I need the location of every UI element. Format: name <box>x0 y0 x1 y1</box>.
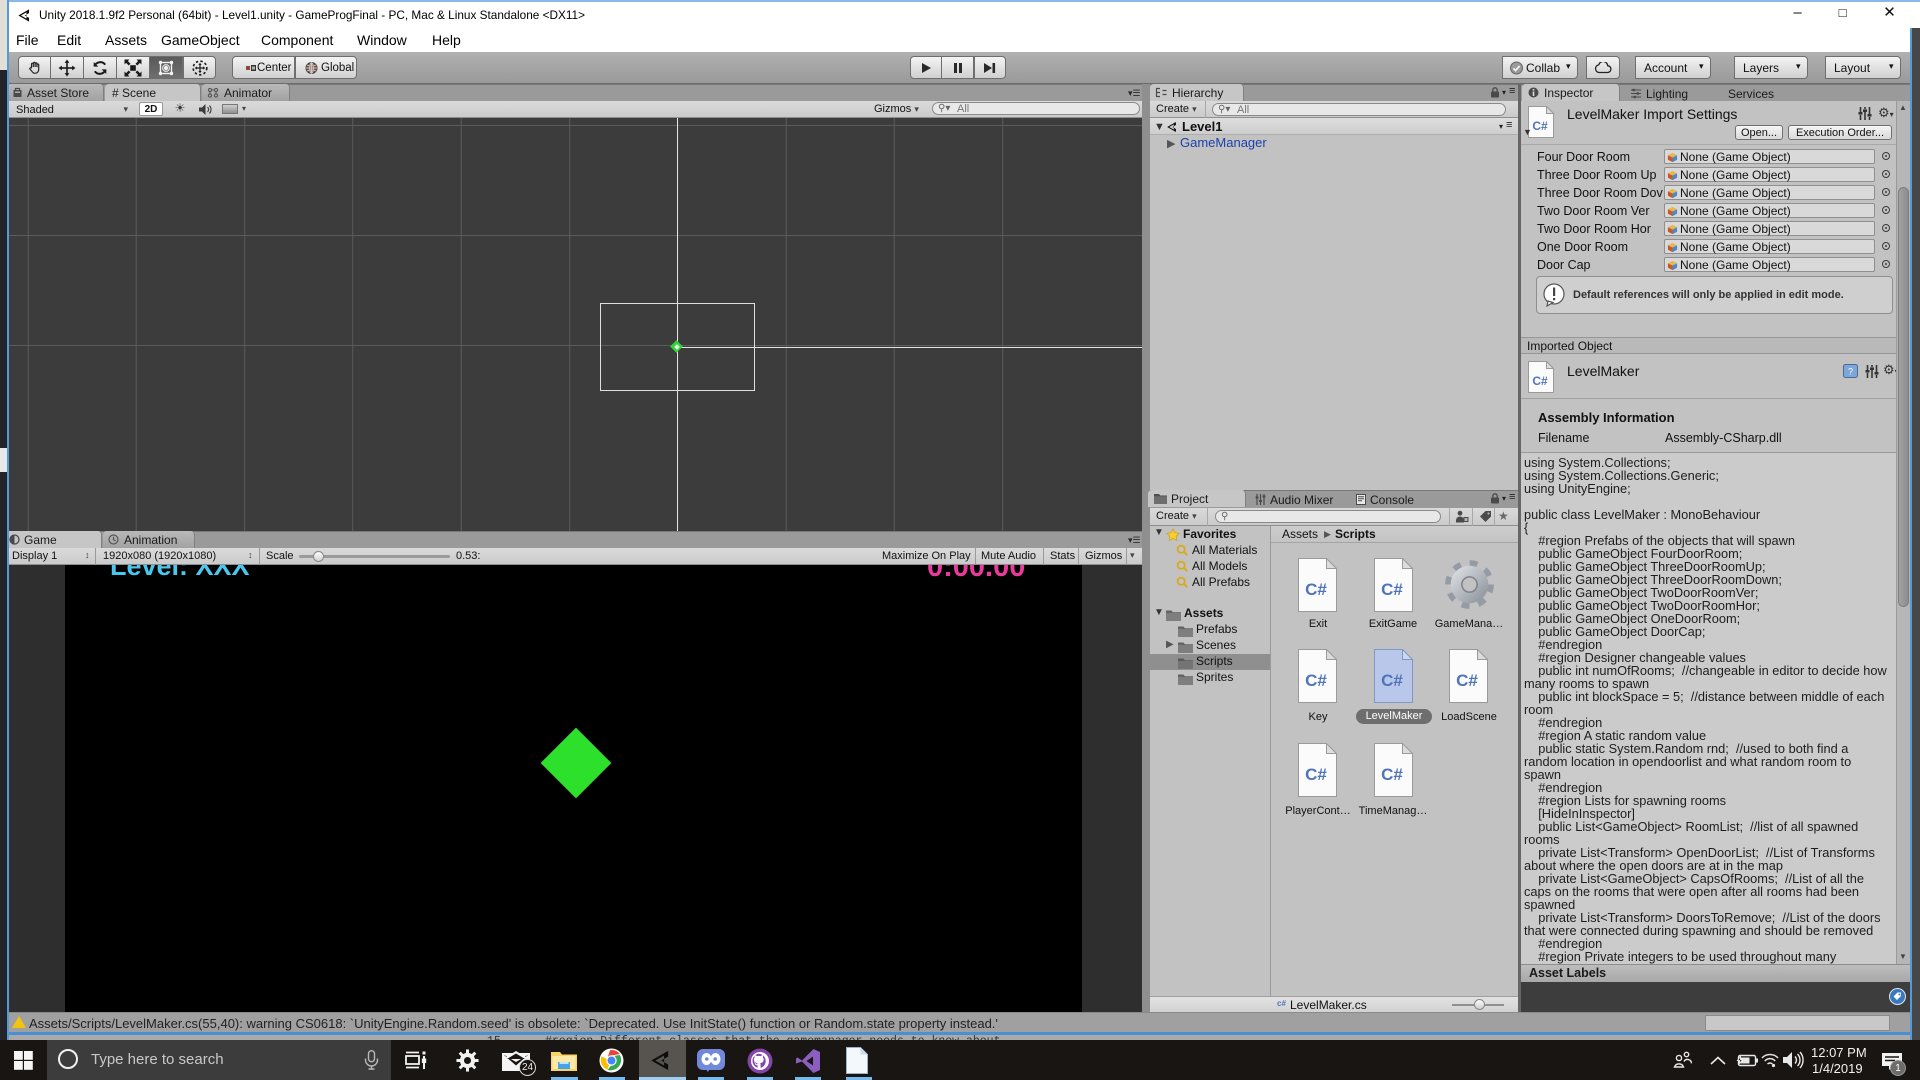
svg-text:C#: C# <box>1381 580 1403 599</box>
svg-text:C#: C# <box>1456 671 1478 690</box>
svg-text:C#: C# <box>1381 671 1403 690</box>
svg-text:C#: C# <box>1305 765 1327 784</box>
svg-text:C#: C# <box>1305 671 1327 690</box>
svg-text:C#: C# <box>1532 374 1548 388</box>
svg-text:C#: C# <box>1305 580 1327 599</box>
svg-text:C#: C# <box>1532 119 1548 133</box>
svg-text:C#: C# <box>1381 765 1403 784</box>
svg-text:?: ? <box>1848 367 1853 377</box>
